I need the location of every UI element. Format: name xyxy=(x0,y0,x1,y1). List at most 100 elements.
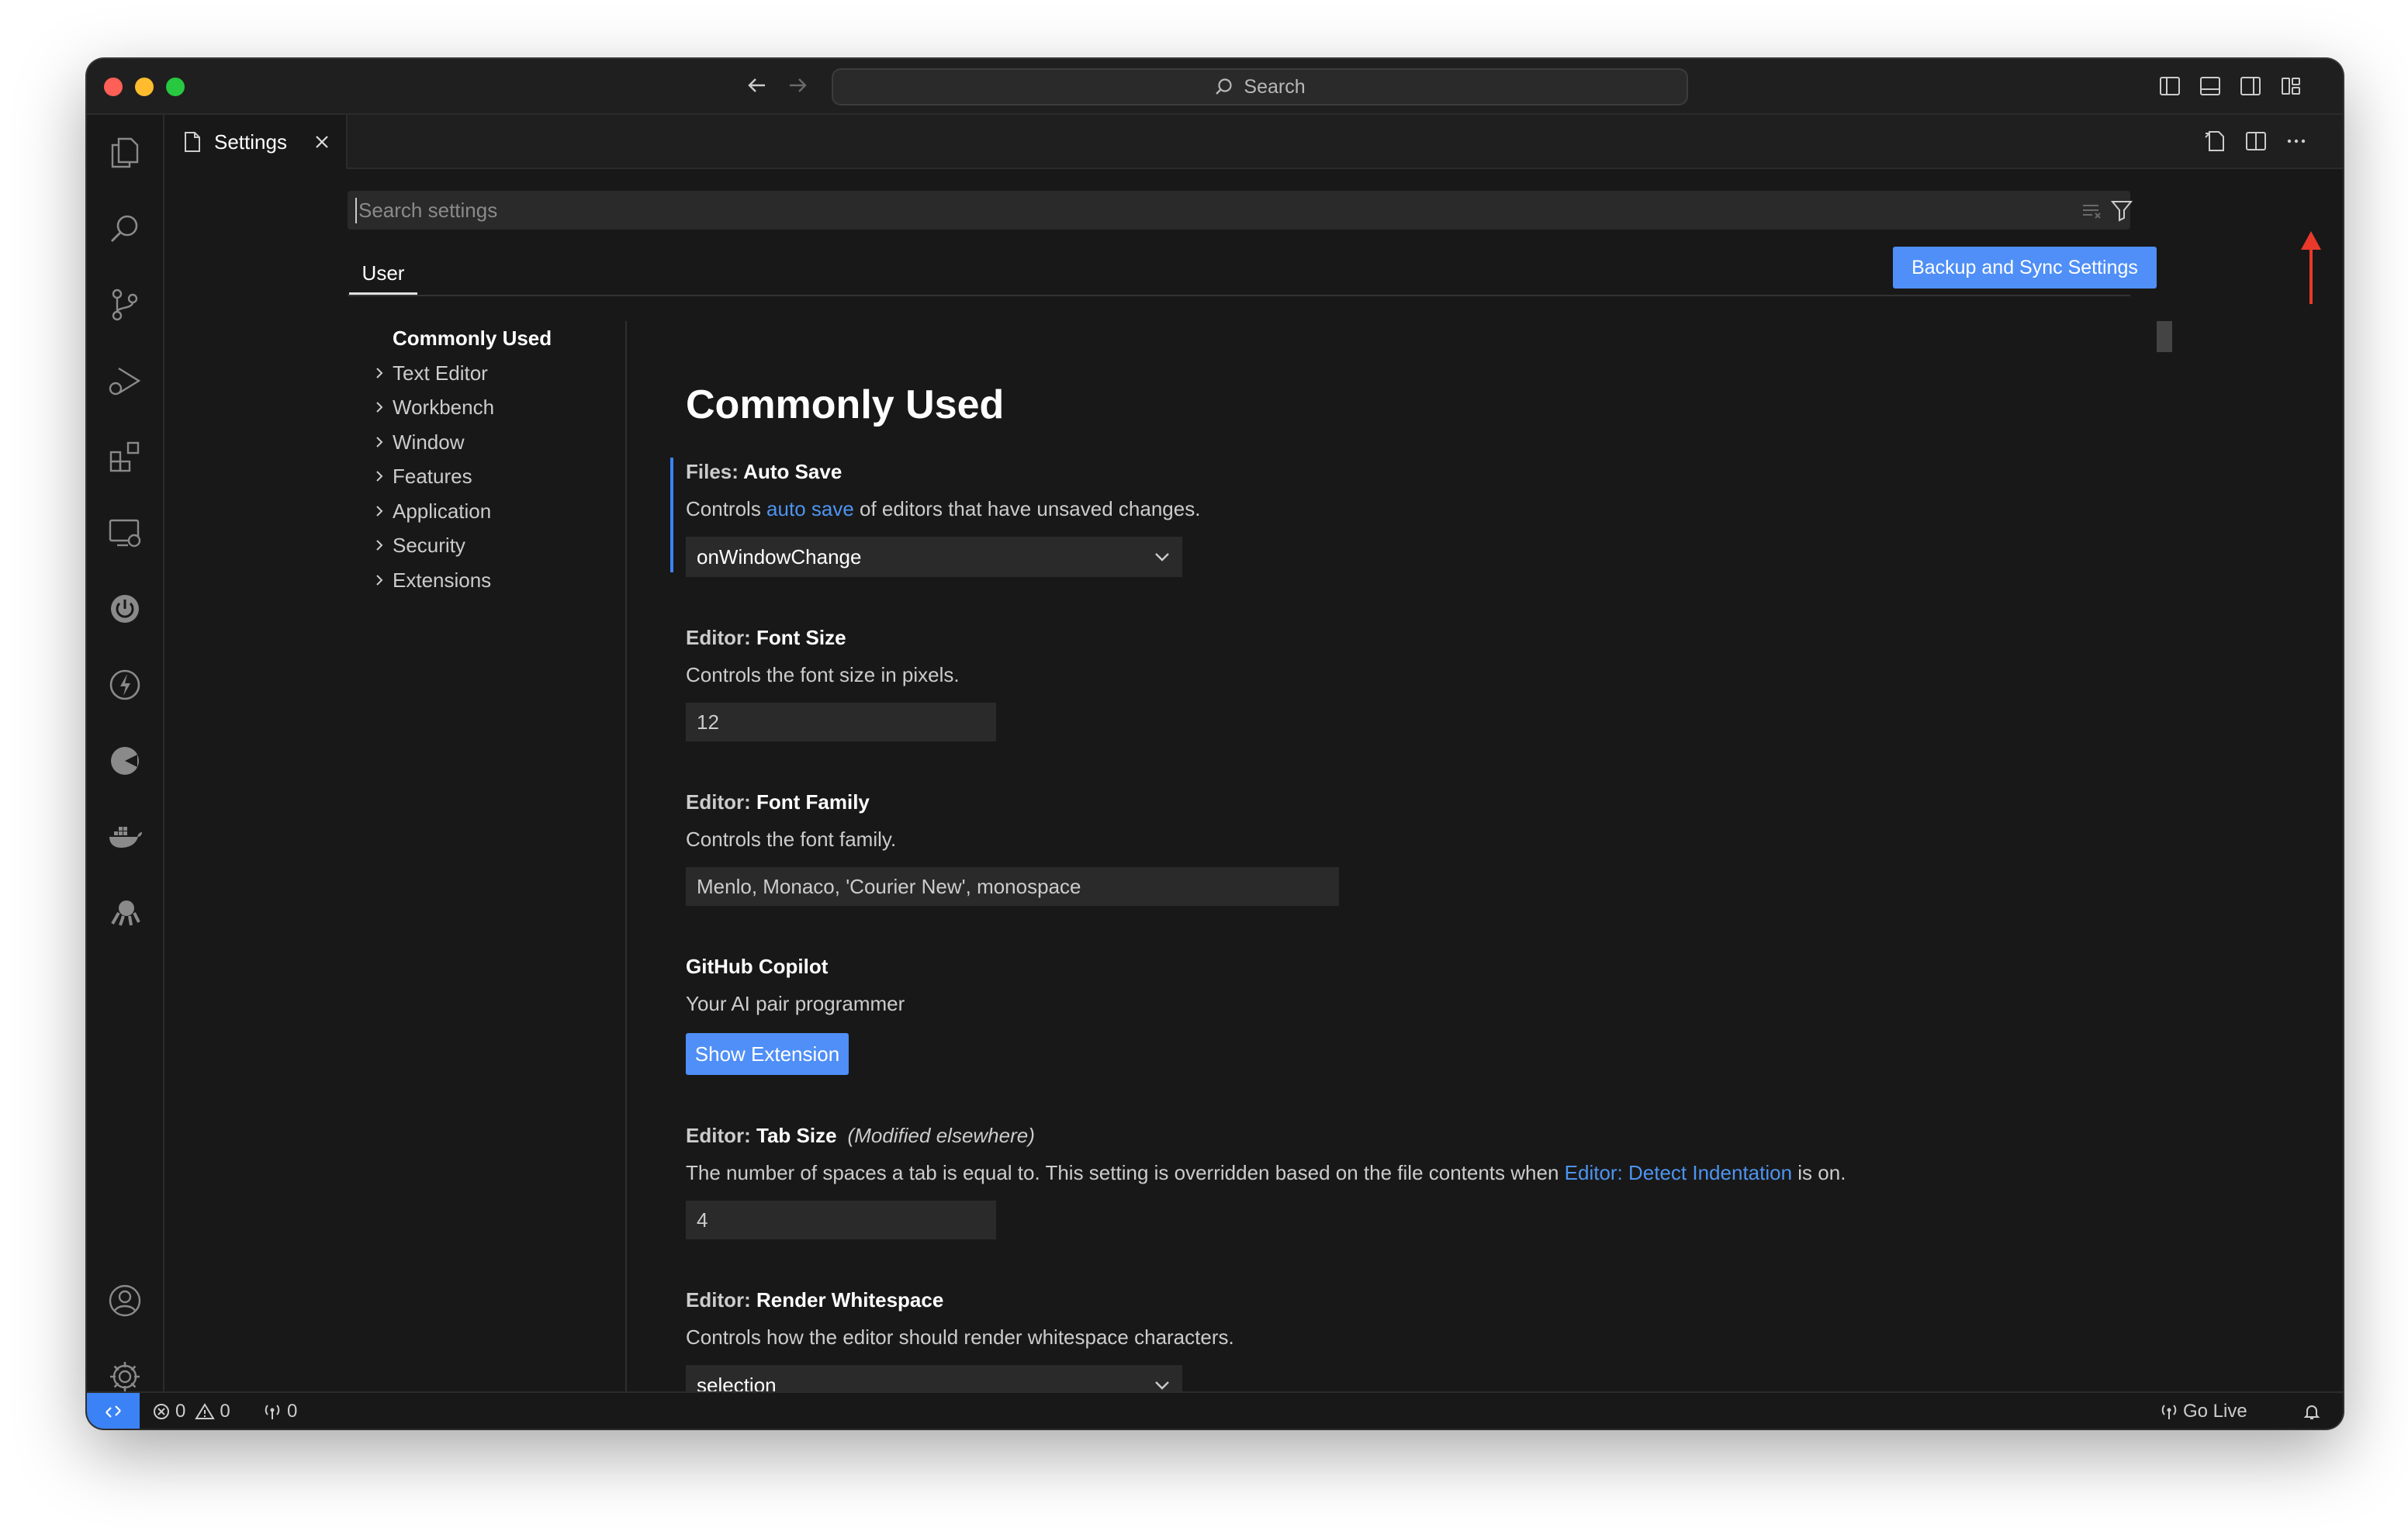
tab-size-input[interactable]: 4 xyxy=(686,1201,996,1239)
status-bar: 0 0 0 Go Live xyxy=(87,1391,2343,1429)
ports-button[interactable]: 0 xyxy=(262,1393,297,1429)
lightning-extension-button[interactable] xyxy=(102,662,147,707)
search-view-button[interactable] xyxy=(102,206,147,251)
clear-filter-icon xyxy=(2083,205,2101,219)
problems-button[interactable]: 0 0 xyxy=(152,1393,230,1429)
toc-item-security[interactable]: Security xyxy=(358,528,614,563)
account-icon xyxy=(109,1284,141,1317)
back-button[interactable] xyxy=(742,70,773,101)
pie-icon xyxy=(111,747,139,775)
font-size-input[interactable]: 12 xyxy=(686,703,996,741)
user-scope-tab[interactable]: User xyxy=(349,256,417,295)
split-editor-icon xyxy=(2246,132,2266,150)
chevron-down-icon xyxy=(1155,553,1169,562)
toc-item-features[interactable]: Features xyxy=(358,459,614,494)
tab-strip-background xyxy=(348,115,2343,169)
forward-button[interactable] xyxy=(782,70,813,101)
octopus-extension-button[interactable] xyxy=(102,890,147,935)
toc-item-commonly-used[interactable]: Commonly Used xyxy=(358,321,614,356)
toc-item-extensions[interactable]: Extensions xyxy=(358,563,614,598)
file-icon xyxy=(185,132,200,152)
toggle-secondary-sidebar-button[interactable] xyxy=(2236,71,2265,101)
close-window-button[interactable] xyxy=(104,78,123,96)
focus-indicator xyxy=(670,458,673,572)
modified-elsewhere-indicator[interactable]: (Modified elsewhere) xyxy=(848,1124,1035,1147)
toggle-primary-sidebar-button[interactable] xyxy=(2155,71,2185,101)
command-center-search[interactable]: Search xyxy=(832,68,1688,105)
customize-layout-button[interactable] xyxy=(2276,71,2306,101)
broadcast-icon xyxy=(2161,1405,2177,1419)
setting-description: The number of spaces a tab is equal to. … xyxy=(686,1161,1846,1184)
chevron-right-icon xyxy=(376,540,383,551)
docker-icon xyxy=(109,827,142,848)
setting-files-auto-save: Files: Auto Save Controls auto save of e… xyxy=(670,458,2160,577)
backup-sync-button[interactable]: Backup and Sync Settings xyxy=(1893,247,2157,289)
more-actions-button[interactable] xyxy=(2281,126,2312,157)
settings-toc: Commonly Used Text Editor Workbench Wind… xyxy=(358,321,614,597)
font-family-input[interactable]: Menlo, Monaco, 'Courier New', monospace xyxy=(686,867,1339,906)
source-control-button[interactable] xyxy=(102,282,147,327)
remote-explorer-button[interactable] xyxy=(102,510,147,555)
gear-icon xyxy=(110,1362,140,1391)
auto-save-link[interactable]: auto save xyxy=(766,497,854,520)
go-live-label: Go Live xyxy=(2183,1401,2247,1422)
setting-description: Controls auto save of editors that have … xyxy=(686,497,1201,520)
section-title: Commonly Used xyxy=(686,382,1005,427)
tab-label: Settings xyxy=(214,130,287,154)
error-icon xyxy=(154,1404,169,1419)
power-icon xyxy=(111,595,139,623)
chevron-right-icon xyxy=(376,471,383,482)
minimize-window-button[interactable] xyxy=(135,78,154,96)
warning-icon xyxy=(195,1403,216,1419)
activity-bar xyxy=(87,115,164,1391)
close-tab-button[interactable] xyxy=(309,129,335,155)
docker-button[interactable] xyxy=(102,814,147,859)
remote-icon xyxy=(106,1405,121,1418)
octopus-icon xyxy=(111,900,140,926)
open-settings-json-button[interactable] xyxy=(2200,126,2231,157)
toc-item-window[interactable]: Window xyxy=(358,425,614,460)
setting-title: Editor: Font Family xyxy=(686,790,870,814)
clear-filter-button[interactable] xyxy=(2079,197,2105,223)
toc-item-text-editor[interactable]: Text Editor xyxy=(358,356,614,391)
bell-icon xyxy=(2303,1405,2320,1419)
setting-description: Controls the font family. xyxy=(686,828,897,851)
chevron-right-icon xyxy=(376,436,383,448)
extensions-button[interactable] xyxy=(102,434,147,479)
explorer-button[interactable] xyxy=(102,130,147,175)
settings-search-input[interactable] xyxy=(355,197,2028,223)
auto-save-select[interactable]: onWindowChange xyxy=(686,537,1182,577)
search-icon xyxy=(1216,78,1232,95)
run-debug-icon xyxy=(109,367,141,396)
zoom-window-button[interactable] xyxy=(166,78,185,96)
warning-count: 0 xyxy=(220,1401,230,1422)
setting-title: Editor: Tab Size (Modified elsewhere) xyxy=(686,1124,1035,1147)
pie-extension-button[interactable] xyxy=(102,738,147,783)
toc-item-workbench[interactable]: Workbench xyxy=(358,390,614,425)
scrollbar-thumb[interactable] xyxy=(2157,321,2172,352)
panel-icon xyxy=(2200,77,2220,95)
broadcast-icon xyxy=(265,1405,280,1419)
remote-indicator-button[interactable] xyxy=(87,1393,140,1429)
setting-editor-render-whitespace: Editor: Render Whitespace Controls how t… xyxy=(686,1286,2160,1405)
error-count: 0 xyxy=(175,1401,186,1422)
sidebar-right-icon xyxy=(2240,77,2261,95)
notifications-button[interactable] xyxy=(2302,1393,2321,1429)
toc-item-application[interactable]: Application xyxy=(358,494,614,529)
settings-search-box xyxy=(348,191,2133,230)
title-bar: Search xyxy=(87,59,2343,115)
toc-divider xyxy=(625,321,627,1391)
power-extension-button[interactable] xyxy=(102,586,147,631)
detect-indentation-link[interactable]: Editor: Detect Indentation xyxy=(1565,1161,1792,1184)
editor-tab-strip: Settings xyxy=(164,115,2343,169)
tab-settings[interactable]: Settings xyxy=(164,115,348,169)
accounts-button[interactable] xyxy=(102,1278,147,1323)
open-json-icon xyxy=(2205,131,2224,151)
toggle-panel-button[interactable] xyxy=(2195,71,2225,101)
split-editor-button[interactable] xyxy=(2240,126,2271,157)
show-extension-button[interactable]: Show Extension xyxy=(686,1033,849,1075)
ports-count: 0 xyxy=(287,1401,298,1422)
go-live-button[interactable]: Go Live xyxy=(2160,1393,2247,1429)
filter-button[interactable] xyxy=(2109,197,2135,223)
run-debug-button[interactable] xyxy=(102,358,147,403)
